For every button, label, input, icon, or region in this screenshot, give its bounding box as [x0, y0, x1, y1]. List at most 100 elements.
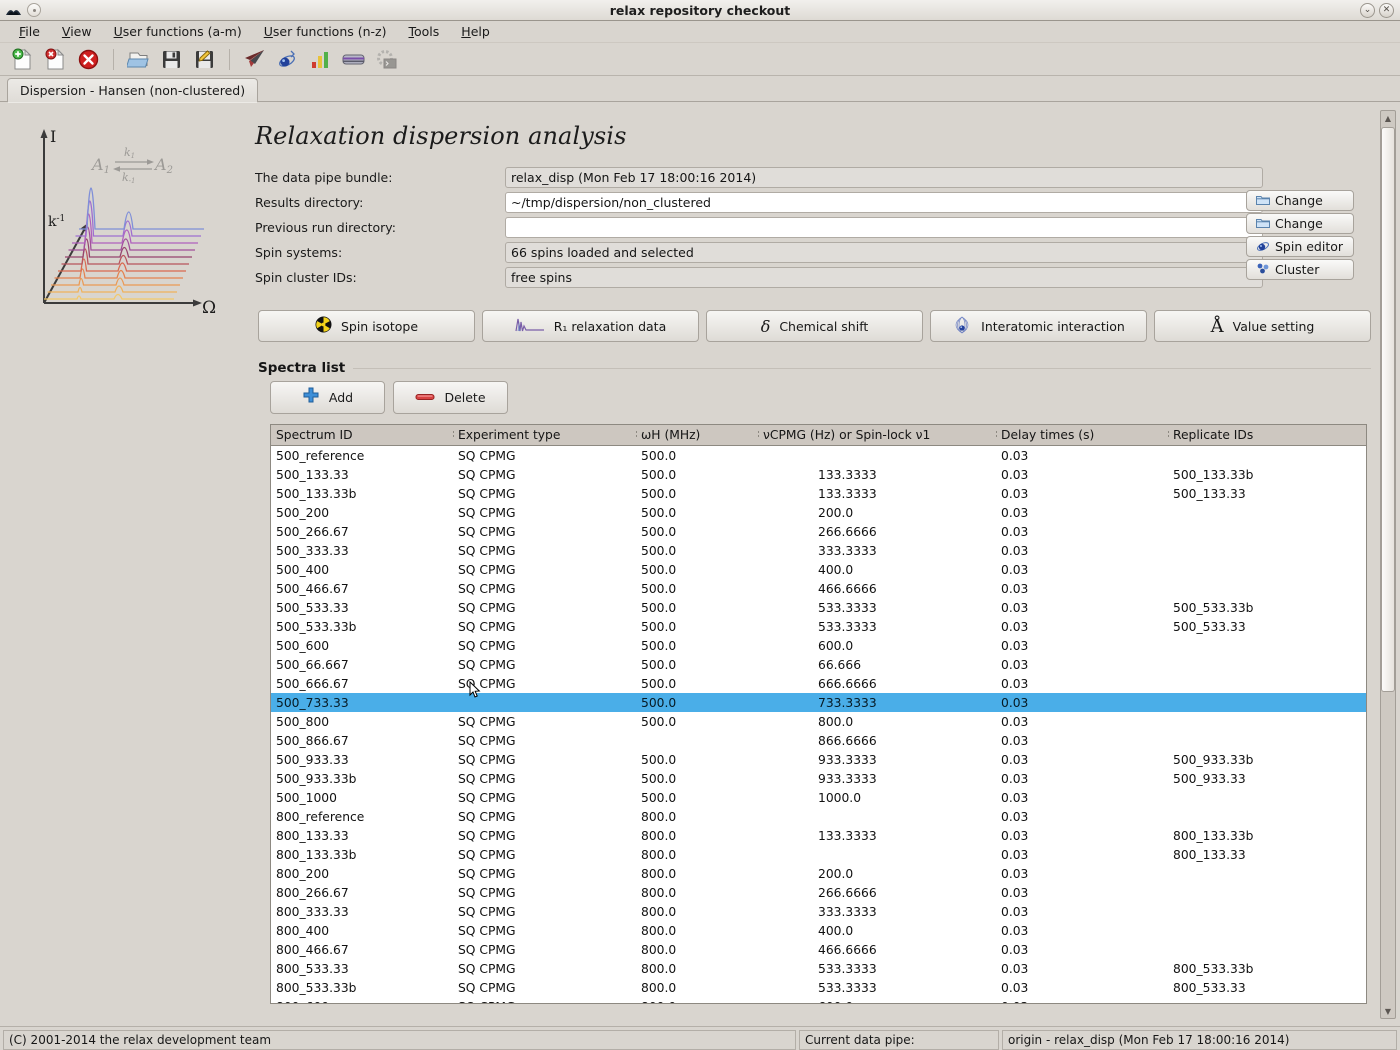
- pipe-editor-button[interactable]: [340, 46, 367, 73]
- menu-tools[interactable]: Tools: [398, 22, 451, 41]
- table-row[interactable]: 800_referenceSQ CPMG800.00.03: [271, 807, 1366, 826]
- table-row[interactable]: 500_733.33500.0733.33330.03: [271, 693, 1366, 712]
- table-row[interactable]: 500_800SQ CPMG500.0800.00.03: [271, 712, 1366, 731]
- table-row[interactable]: 500_referenceSQ CPMG500.00.03: [271, 446, 1366, 465]
- value-setting-button[interactable]: Å Value setting: [1154, 310, 1371, 342]
- table-row[interactable]: 500_533.33bSQ CPMG500.0533.33330.03500_5…: [271, 617, 1366, 636]
- delete-spectrum-button[interactable]: Delete: [393, 381, 508, 414]
- table-row[interactable]: 800_133.33SQ CPMG800.0133.33330.03800_13…: [271, 826, 1366, 845]
- side-button-column: Change Change Spin editor: [1246, 190, 1356, 282]
- table-cell: 133.3333: [758, 487, 996, 501]
- spin-isotope-button[interactable]: Spin isotope: [258, 310, 475, 342]
- table-cell: 0.03: [996, 677, 1168, 691]
- spin-viewer-button[interactable]: [274, 46, 301, 73]
- column-header-experiment-type[interactable]: Experiment type: [453, 428, 636, 442]
- open-state-button[interactable]: [125, 46, 152, 73]
- menu-view[interactable]: View: [51, 22, 103, 41]
- close-analysis-button[interactable]: [42, 46, 69, 73]
- menu-help[interactable]: Help: [450, 22, 501, 41]
- relax-prompt-button[interactable]: [373, 46, 400, 73]
- scroll-up-arrow-icon[interactable]: ▲: [1385, 111, 1391, 125]
- column-header-spectrum-id[interactable]: Spectrum ID: [271, 428, 453, 442]
- menu-bar: File View User functions (a-m) User func…: [0, 21, 1400, 43]
- table-row[interactable]: 800_266.67SQ CPMG800.0266.66660.03: [271, 883, 1366, 902]
- table-cell: 266.6666: [758, 886, 996, 900]
- results-directory-input[interactable]: ~/tmp/dispersion/non_clustered: [505, 192, 1263, 213]
- add-spectrum-button[interactable]: Add: [270, 381, 385, 414]
- save-as-button[interactable]: [191, 46, 218, 73]
- table-row[interactable]: 500_466.67SQ CPMG500.0466.66660.03: [271, 579, 1366, 598]
- svg-text:k1: k1: [124, 146, 135, 160]
- table-cell: SQ CPMG: [453, 772, 636, 786]
- table-row[interactable]: 800_466.67SQ CPMG800.0466.66660.03: [271, 940, 1366, 959]
- table-row[interactable]: 800_533.33bSQ CPMG800.0533.33330.03800_5…: [271, 978, 1366, 997]
- table-cell: 666.6666: [758, 677, 996, 691]
- scroll-down-arrow-icon[interactable]: ▼: [1385, 1004, 1391, 1018]
- previous-run-directory-input[interactable]: [505, 217, 1263, 238]
- minimize-icon[interactable]: ⌄: [1360, 3, 1375, 18]
- table-row[interactable]: 500_266.67SQ CPMG500.0266.66660.03: [271, 522, 1366, 541]
- new-analysis-button[interactable]: [9, 46, 36, 73]
- spin-editor-button[interactable]: Spin editor: [1246, 236, 1354, 257]
- table-cell: SQ CPMG: [453, 506, 636, 520]
- execute-relax-button[interactable]: [241, 46, 268, 73]
- change-results-dir-button[interactable]: Change: [1246, 190, 1354, 211]
- table-cell: 800.0: [636, 962, 758, 976]
- table-row[interactable]: 500_600SQ CPMG500.0600.00.03: [271, 636, 1366, 655]
- close-all-analyses-button[interactable]: [75, 46, 102, 73]
- table-row[interactable]: 500_400SQ CPMG500.0400.00.03: [271, 560, 1366, 579]
- results-viewer-button[interactable]: [307, 46, 334, 73]
- window-menu-icon[interactable]: [27, 3, 41, 17]
- table-cell: SQ CPMG: [453, 924, 636, 938]
- table-row[interactable]: 800_533.33SQ CPMG800.0533.33330.03800_53…: [271, 959, 1366, 978]
- table-row[interactable]: 500_133.33bSQ CPMG500.0133.33330.03500_1…: [271, 484, 1366, 503]
- table-row[interactable]: 500_1000SQ CPMG500.01000.00.03: [271, 788, 1366, 807]
- table-row[interactable]: 500_666.67SQ CPMG500.0666.66660.03: [271, 674, 1366, 693]
- table-cell: 500.0: [636, 487, 758, 501]
- scrollbar-thumb[interactable]: [1381, 127, 1395, 692]
- spectra-table[interactable]: Spectrum ID Experiment type ωH (MHz) νCP…: [270, 424, 1367, 1004]
- table-cell: SQ CPMG: [453, 658, 636, 672]
- table-row[interactable]: 500_200SQ CPMG500.0200.00.03: [271, 503, 1366, 522]
- close-icon[interactable]: ✕: [1379, 3, 1394, 18]
- r1-relaxation-data-button[interactable]: R₁ relaxation data: [482, 310, 699, 342]
- change-previous-run-dir-button[interactable]: Change: [1246, 213, 1354, 234]
- save-state-button[interactable]: [158, 46, 185, 73]
- table-row[interactable]: 500_933.33bSQ CPMG500.0933.33330.03500_9…: [271, 769, 1366, 788]
- table-row[interactable]: 800_600SQ CPMG800.0600.00.03: [271, 997, 1366, 1004]
- column-header-replicate-ids[interactable]: Replicate IDs: [1168, 428, 1366, 442]
- button-label: Delete: [444, 390, 485, 405]
- tab-dispersion-hansen[interactable]: Dispersion - Hansen (non-clustered): [7, 78, 258, 102]
- table-cell: 500_133.33: [1168, 487, 1366, 501]
- table-row[interactable]: 800_400SQ CPMG800.0400.00.03: [271, 921, 1366, 940]
- table-cell: 500_733.33: [271, 696, 453, 710]
- table-row[interactable]: 500_333.33SQ CPMG500.0333.33330.03: [271, 541, 1366, 560]
- table-cell: 800_133.33b: [1168, 829, 1366, 843]
- button-label: Interatomic interaction: [981, 319, 1125, 334]
- table-cell: 800_533.33b: [1168, 962, 1366, 976]
- column-header-omega-h[interactable]: ωH (MHz): [636, 428, 758, 442]
- menu-file[interactable]: File: [8, 22, 51, 41]
- menu-user-functions-nz[interactable]: User functions (n-z): [253, 22, 398, 41]
- graphic-y-axis-label: I: [50, 127, 56, 146]
- table-row[interactable]: 500_866.67SQ CPMG866.66660.03: [271, 731, 1366, 750]
- vertical-scrollbar[interactable]: ▲ ▼: [1380, 110, 1396, 1019]
- table-row[interactable]: 800_200SQ CPMG800.0200.00.03: [271, 864, 1366, 883]
- column-header-vcpmg[interactable]: νCPMG (Hz) or Spin-lock ν1: [758, 428, 996, 442]
- cluster-button[interactable]: Cluster: [1246, 259, 1354, 280]
- column-header-delay-times[interactable]: Delay times (s): [996, 428, 1168, 442]
- table-row[interactable]: 800_133.33bSQ CPMG800.00.03800_133.33: [271, 845, 1366, 864]
- chemical-shift-button[interactable]: δ Chemical shift: [706, 310, 923, 342]
- interatomic-interaction-button[interactable]: Interatomic interaction: [930, 310, 1147, 342]
- table-cell: 800.0: [758, 715, 996, 729]
- table-row[interactable]: 500_133.33SQ CPMG500.0133.33330.03500_13…: [271, 465, 1366, 484]
- table-row[interactable]: 800_333.33SQ CPMG800.0333.33330.03: [271, 902, 1366, 921]
- scrollbar-track[interactable]: [1381, 125, 1395, 1004]
- table-row[interactable]: 500_933.33SQ CPMG500.0933.33330.03500_93…: [271, 750, 1366, 769]
- side-button-label: Change: [1275, 216, 1323, 231]
- table-row[interactable]: 500_533.33SQ CPMG500.0533.33330.03500_53…: [271, 598, 1366, 617]
- table-cell: SQ CPMG: [453, 810, 636, 824]
- minus-icon: [415, 390, 435, 405]
- menu-user-functions-am[interactable]: User functions (a-m): [103, 22, 253, 41]
- table-row[interactable]: 500_66.667SQ CPMG500.066.6660.03: [271, 655, 1366, 674]
